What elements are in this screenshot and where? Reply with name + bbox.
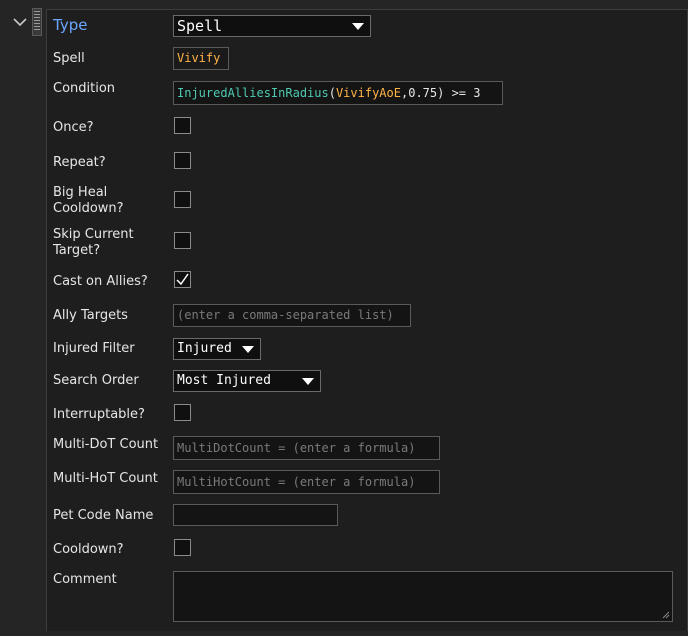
- cooldown-label: Cooldown?: [53, 542, 124, 557]
- cast-allies-label: Cast on Allies?: [53, 274, 148, 289]
- injured-filter-dropdown[interactable]: Injured: [173, 338, 261, 360]
- multi-dot-placeholder: MultiDotCount = (enter a formula): [177, 441, 416, 455]
- cooldown-checkbox[interactable]: [174, 539, 191, 556]
- big-heal-checkbox[interactable]: [174, 191, 191, 208]
- type-label: Type: [53, 16, 88, 34]
- skip-target-label: Skip Current Target?: [53, 227, 134, 258]
- pet-code-label: Pet Code Name: [53, 508, 154, 523]
- condition-field[interactable]: InjuredAlliesInRadius(VivifyAoE,0.75) >=…: [173, 81, 503, 105]
- interruptable-checkbox[interactable]: [174, 404, 191, 421]
- once-label: Once?: [53, 120, 94, 135]
- multi-hot-input[interactable]: MultiHotCount = (enter a formula): [173, 470, 440, 494]
- comment-textarea[interactable]: [173, 571, 673, 622]
- multi-dot-label: Multi-DoT Count: [53, 437, 159, 452]
- multi-hot-placeholder: MultiHotCount = (enter a formula): [177, 475, 416, 489]
- multi-hot-label: Multi-HoT Count: [53, 471, 158, 486]
- cast-allies-checkbox[interactable]: [174, 271, 191, 288]
- search-order-label: Search Order: [53, 373, 139, 388]
- repeat-checkbox[interactable]: [174, 152, 191, 169]
- ally-targets-label: Ally Targets: [53, 308, 128, 323]
- ally-targets-input[interactable]: (enter a comma-separated list): [173, 304, 411, 327]
- spell-label: Spell: [53, 51, 85, 66]
- tree-gutter: [0, 0, 46, 636]
- injured-filter-label: Injured Filter: [53, 341, 135, 356]
- grip-icon[interactable]: [32, 8, 42, 36]
- ally-targets-placeholder: (enter a comma-separated list): [177, 308, 394, 322]
- big-heal-label: Big Heal Cooldown?: [53, 185, 124, 216]
- repeat-label: Repeat?: [53, 155, 106, 170]
- condition-arg: VivifyAoE: [335, 86, 401, 100]
- skip-target-checkbox[interactable]: [174, 232, 191, 249]
- interruptable-label: Interruptable?: [53, 407, 145, 422]
- once-checkbox[interactable]: [174, 117, 191, 134]
- resize-grip-icon[interactable]: [662, 611, 670, 619]
- spell-value: Vivify: [177, 51, 221, 65]
- condition-paren: (: [328, 86, 336, 100]
- type-value: Spell: [177, 17, 223, 35]
- condition-label: Condition: [53, 81, 116, 96]
- comment-label: Comment: [53, 572, 117, 587]
- caret-down-icon: [242, 346, 254, 353]
- pet-code-input[interactable]: [173, 504, 338, 526]
- spell-field[interactable]: Vivify: [173, 47, 229, 70]
- condition-number: 0.75: [408, 86, 438, 100]
- caret-down-icon: [352, 23, 364, 30]
- injured-filter-value: Injured: [177, 341, 232, 356]
- caret-down-icon: [302, 378, 314, 385]
- multi-dot-input[interactable]: MultiDotCount = (enter a formula): [173, 436, 440, 460]
- type-dropdown[interactable]: Spell: [173, 15, 371, 37]
- check-icon: [176, 273, 189, 286]
- condition-function: InjuredAlliesInRadius: [177, 86, 329, 100]
- condition-rest: ) >= 3: [437, 86, 481, 100]
- spell-properties-panel: Type Spell Spell Vivify Condition Injure…: [46, 9, 688, 631]
- search-order-dropdown[interactable]: Most Injured: [173, 370, 321, 392]
- search-order-value: Most Injured: [177, 373, 271, 388]
- chevron-down-icon[interactable]: [13, 16, 27, 28]
